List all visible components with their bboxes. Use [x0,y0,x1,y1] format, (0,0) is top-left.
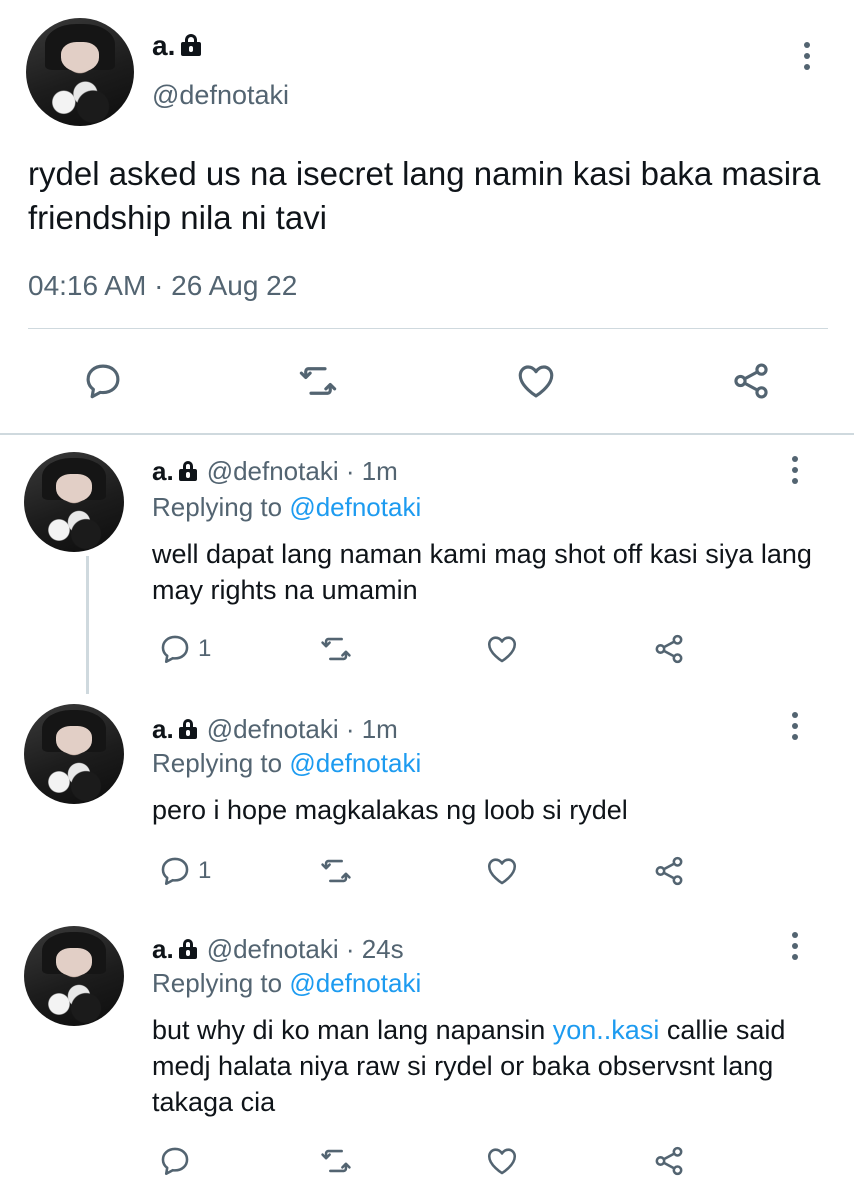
handle[interactable]: @defnotaki [207,714,339,744]
reply-header: a. @defnotaki · 1m [152,714,398,745]
mention-link[interactable]: @defnotaki [289,968,421,998]
reply-icon [161,635,189,664]
reply-button[interactable]: 1 [158,632,211,666]
display-name[interactable]: a. [152,934,174,964]
tweet-text: rydel asked us na isecret lang namin kas… [28,155,821,236]
like-button[interactable] [484,854,520,888]
reply-count: 1 [198,857,212,884]
retweet-button[interactable] [296,360,340,402]
share-icon [655,634,683,664]
replying-to: Replying to @defnotaki [152,492,422,522]
divider [28,328,828,329]
display-name[interactable]: a. [152,714,174,744]
thread-line [86,556,89,694]
display-name[interactable]: a. [152,456,174,486]
avatar[interactable] [26,18,134,126]
replying-to: Replying to @defnotaki [152,748,422,778]
like-icon [487,636,517,663]
like-button[interactable] [484,1144,520,1178]
retweet-icon [321,1149,351,1173]
reply-icon [161,1147,189,1176]
display-name[interactable]: a. [152,30,202,62]
timestamp: · 1m [345,456,398,486]
retweet-icon [299,367,337,395]
retweet-icon [321,637,351,661]
share-button[interactable] [650,854,688,888]
like-button[interactable] [484,632,520,666]
reply-icon [86,364,120,399]
reply-icon [161,857,189,886]
reply-count: 1 [198,635,212,662]
text-link[interactable]: yon..kasi [553,1015,660,1045]
retweet-icon [321,859,351,883]
tweet-text: pero i hope magkalakas ng loob si rydel [152,795,628,825]
divider [0,433,854,435]
reply-button[interactable]: 1 [158,854,211,888]
lock-icon [178,939,197,959]
tweet-timestamp[interactable]: 04:16 AM · 26 Aug 22 [28,270,297,302]
retweet-button[interactable] [318,632,354,666]
like-icon [487,858,517,885]
handle[interactable]: @defnotaki [207,456,339,486]
share-icon [655,856,683,886]
like-button[interactable] [514,360,558,402]
mention-link[interactable]: @defnotaki [289,748,421,778]
more-options-icon[interactable] [791,712,799,742]
timestamp: · 1m [345,714,398,744]
like-icon [518,365,554,398]
avatar[interactable] [24,926,124,1026]
more-options-icon[interactable] [803,42,811,72]
handle[interactable]: @defnotaki [207,934,339,964]
reply-button[interactable] [158,1144,198,1178]
share-icon [655,1146,683,1176]
retweet-button[interactable] [318,1144,354,1178]
retweet-button[interactable] [318,854,354,888]
lock-icon [178,461,197,481]
more-options-icon[interactable] [791,456,799,486]
replying-to: Replying to @defnotaki [152,968,422,998]
lock-icon [181,34,202,56]
share-icon [734,363,768,399]
timestamp: · 24s [345,934,404,964]
tweet-text: but why di ko man lang napansin yon..kas… [152,1015,786,1117]
more-options-icon[interactable] [791,932,799,962]
share-button[interactable] [650,632,688,666]
avatar[interactable] [24,704,124,804]
avatar[interactable] [24,452,124,552]
mention-link[interactable]: @defnotaki [289,492,421,522]
lock-icon [178,719,197,739]
like-icon [487,1148,517,1175]
reply-button[interactable] [82,360,124,402]
handle[interactable]: @defnotaki [152,80,289,111]
share-button[interactable] [728,360,774,402]
tweet-text: well dapat lang naman kami mag shot off … [152,539,812,605]
reply-header: a. @defnotaki · 24s [152,934,404,965]
share-button[interactable] [650,1144,688,1178]
reply-header: a. @defnotaki · 1m [152,456,398,487]
